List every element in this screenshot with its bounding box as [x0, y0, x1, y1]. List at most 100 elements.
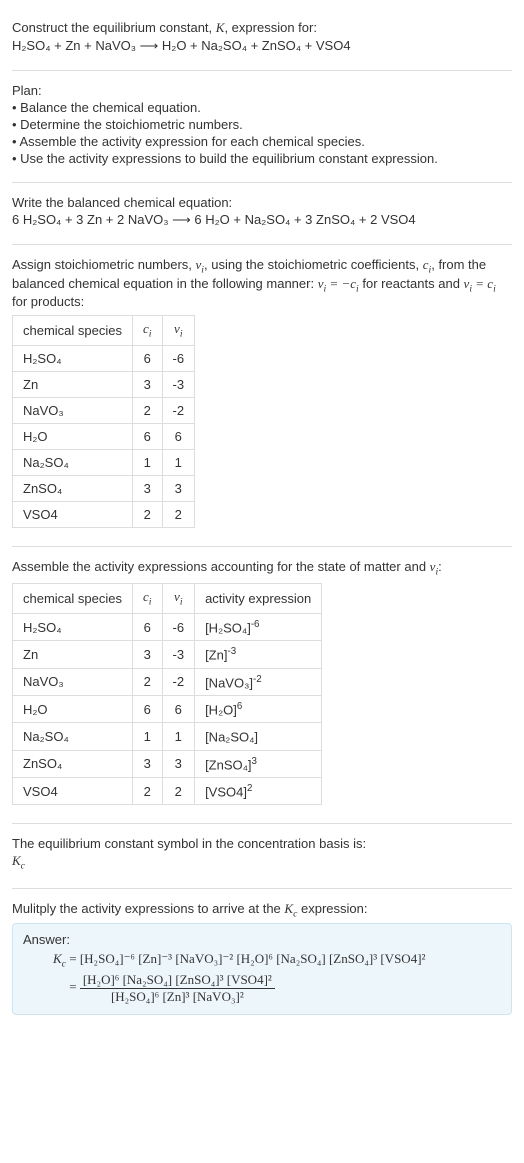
cell-species: VSO4 — [13, 777, 133, 804]
assign-text: Assign stoichiometric numbers, νi, using… — [12, 257, 512, 309]
balanced-reaction: 6 H₂SO₄ + 3 Zn + 2 NaVO₃ ⟶ 6 H₂O + Na₂SO… — [12, 212, 512, 228]
cell-nui: -3 — [162, 641, 195, 668]
cell-ci: 6 — [133, 613, 163, 640]
divider — [12, 823, 512, 824]
nu-i: νi — [430, 559, 439, 574]
kc-symbol: Kc — [284, 901, 297, 916]
assign-e: for products: — [12, 294, 84, 309]
intro-section: Construct the equilibrium constant, K, e… — [12, 10, 512, 68]
cell-activity: [H₂O]6 — [195, 695, 322, 722]
answer-denominator: [H₂SO₄]⁶ [Zn]³ [NaVO₃]² — [80, 988, 275, 1005]
col-ci: ci — [133, 316, 163, 346]
col-nui: νi — [162, 584, 195, 614]
cell-species: NaVO₃ — [13, 668, 133, 695]
assign-section: Assign stoichiometric numbers, νi, using… — [12, 247, 512, 544]
cell-species: Na₂SO₄ — [13, 723, 133, 750]
cell-ci: 2 — [133, 501, 163, 527]
table-row: chemical species ci νi activity expressi… — [13, 584, 322, 614]
cell-nui: -2 — [162, 668, 195, 695]
cell-nui: 1 — [162, 723, 195, 750]
cell-activity: [Na₂SO₄] — [195, 723, 322, 750]
table-row: Zn3-3[Zn]-3 — [13, 641, 322, 668]
table-row: NaVO₃2-2[NaVO₃]-2 — [13, 668, 322, 695]
answer-numerator: [H₂O]⁶ [Na₂SO₄] [ZnSO₄]³ [VSO4]² — [80, 972, 275, 988]
table-row: Zn3-3 — [13, 371, 195, 397]
balanced-section: Write the balanced chemical equation: 6 … — [12, 185, 512, 242]
col-species: chemical species — [13, 316, 133, 346]
kc-symbol: Kc — [12, 853, 512, 872]
plan-item: • Balance the chemical equation. — [12, 100, 512, 115]
plan-title: Plan: — [12, 83, 512, 98]
cell-species: ZnSO₄ — [13, 750, 133, 777]
cell-activity: [Zn]-3 — [195, 641, 322, 668]
intro-text-b: , expression for: — [224, 20, 317, 35]
cell-ci: 3 — [133, 641, 163, 668]
assign-a: Assign stoichiometric numbers, — [12, 257, 196, 272]
intro-reaction: H₂SO₄ + Zn + NaVO₃ ⟶ H₂O + Na₂SO₄ + ZnSO… — [12, 38, 512, 54]
answer-body: Kc = [H₂SO₄]⁻⁶ [Zn]⁻³ [NaVO₃]⁻² [H₂O]⁶ [… — [23, 951, 501, 1004]
multiply-a: Mulitply the activity expressions to arr… — [12, 901, 284, 916]
assemble-a: Assemble the activity expressions accoun… — [12, 559, 430, 574]
col-species: chemical species — [13, 584, 133, 614]
cell-ci: 6 — [133, 423, 163, 449]
cell-species: Zn — [13, 641, 133, 668]
intro-line1: Construct the equilibrium constant, K, e… — [12, 20, 512, 36]
cell-species: Na₂SO₄ — [13, 449, 133, 475]
cell-activity: [H₂SO₄]-6 — [195, 613, 322, 640]
cell-ci: 1 — [133, 449, 163, 475]
table-row: H₂SO₄6-6[H₂SO₄]-6 — [13, 613, 322, 640]
table-row: ZnSO₄33[ZnSO₄]3 — [13, 750, 322, 777]
cell-nui: 2 — [162, 777, 195, 804]
plan-item: • Assemble the activity expression for e… — [12, 134, 512, 149]
cell-species: NaVO₃ — [13, 397, 133, 423]
table-row: H₂SO₄6-6 — [13, 345, 195, 371]
stoich-table: chemical species ci νi H₂SO₄6-6 Zn3-3 Na… — [12, 315, 195, 528]
cell-ci: 2 — [133, 668, 163, 695]
cell-ci: 2 — [133, 777, 163, 804]
col-activity: activity expression — [195, 584, 322, 614]
cell-nui: -6 — [162, 613, 195, 640]
nu-i: νi — [196, 257, 205, 272]
answer-line-1: Kc = [H₂SO₄]⁻⁶ [Zn]⁻³ [NaVO₃]⁻² [H₂O]⁶ [… — [53, 951, 501, 970]
answer-box: Answer: Kc = [H₂SO₄]⁻⁶ [Zn]⁻³ [NaVO₃]⁻² … — [12, 923, 512, 1015]
table-row: VSO422 — [13, 501, 195, 527]
table-row: NaVO₃2-2 — [13, 397, 195, 423]
plan-item: • Use the activity expressions to build … — [12, 151, 512, 166]
table-row: chemical species ci νi — [13, 316, 195, 346]
cell-nui: -6 — [162, 345, 195, 371]
table-row: ZnSO₄33 — [13, 475, 195, 501]
symbol-line: The equilibrium constant symbol in the c… — [12, 836, 512, 851]
cell-species: H₂SO₄ — [13, 345, 133, 371]
plan-item: • Determine the stoichiometric numbers. — [12, 117, 512, 132]
balanced-title: Write the balanced chemical equation: — [12, 195, 512, 210]
multiply-section: Mulitply the activity expressions to arr… — [12, 891, 512, 1027]
table-row: Na₂SO₄11 — [13, 449, 195, 475]
divider — [12, 70, 512, 71]
table-row: H₂O66 — [13, 423, 195, 449]
divider — [12, 182, 512, 183]
cell-ci: 3 — [133, 371, 163, 397]
cell-species: VSO4 — [13, 501, 133, 527]
cell-species: ZnSO₄ — [13, 475, 133, 501]
cell-species: Zn — [13, 371, 133, 397]
cell-ci: 6 — [133, 695, 163, 722]
cell-ci: 2 — [133, 397, 163, 423]
cell-nui: 6 — [162, 695, 195, 722]
cell-ci: 3 — [133, 475, 163, 501]
cell-nui: 1 — [162, 449, 195, 475]
plan-section: Plan: • Balance the chemical equation. •… — [12, 73, 512, 180]
table-row: VSO422[VSO4]2 — [13, 777, 322, 804]
answer-line-2: Kc = [H₂O]⁶ [Na₂SO₄] [ZnSO₄]³ [VSO4]² [H… — [53, 972, 501, 1004]
cell-ci: 3 — [133, 750, 163, 777]
multiply-line: Mulitply the activity expressions to arr… — [12, 901, 512, 920]
cell-species: H₂O — [13, 423, 133, 449]
divider — [12, 244, 512, 245]
multiply-b: expression: — [297, 901, 367, 916]
assemble-b: : — [438, 559, 442, 574]
cell-species: H₂O — [13, 695, 133, 722]
cell-species: H₂SO₄ — [13, 613, 133, 640]
cell-nui: 2 — [162, 501, 195, 527]
table-row: Na₂SO₄11[Na₂SO₄] — [13, 723, 322, 750]
cell-ci: 6 — [133, 345, 163, 371]
answer-label: Answer: — [23, 932, 501, 947]
